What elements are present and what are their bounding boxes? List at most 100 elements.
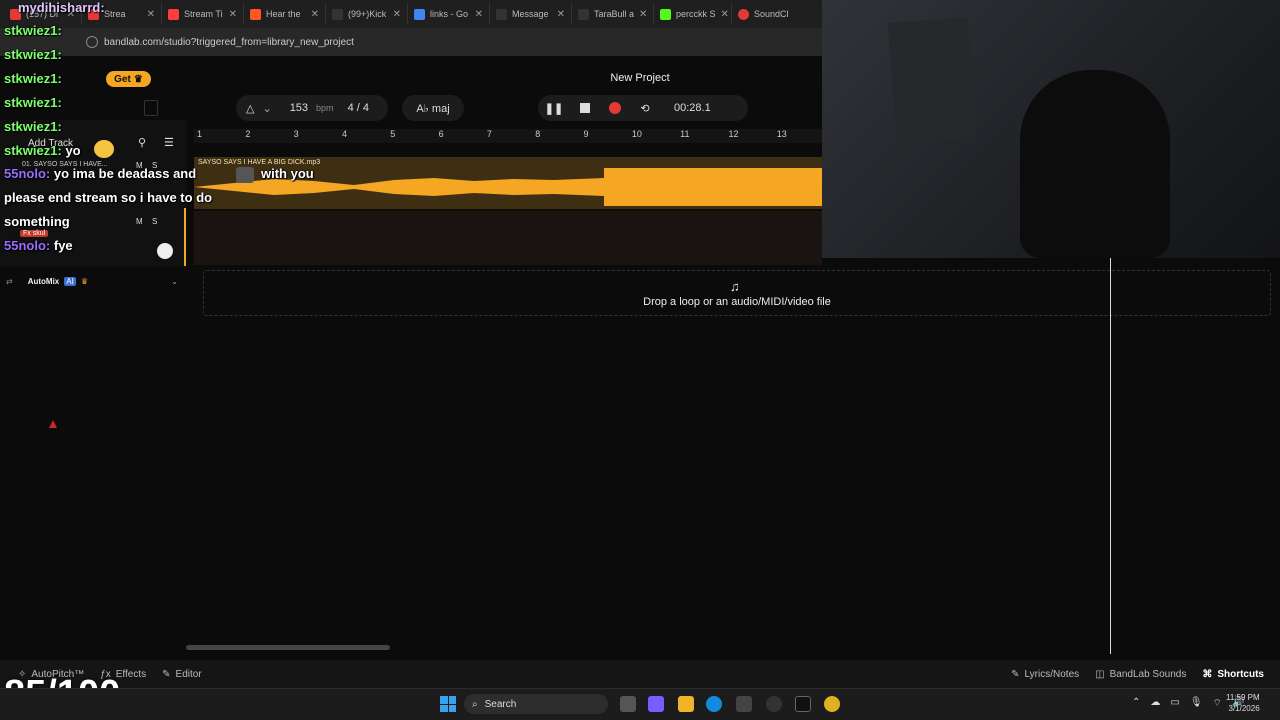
browser-tab[interactable]: (99+)Kick ✕ bbox=[326, 3, 408, 25]
chat-line: mydihisharrd: bbox=[18, 0, 105, 15]
editor-label: Editor bbox=[175, 668, 202, 680]
browser-tab[interactable]: links - Go ✕ bbox=[408, 3, 490, 25]
taskbar-search[interactable]: ⌕ Search bbox=[464, 694, 608, 714]
close-icon[interactable]: ✕ bbox=[229, 9, 237, 20]
close-icon[interactable]: ✕ bbox=[393, 9, 401, 20]
browser-tab[interactable]: TaraBull a ✕ bbox=[572, 3, 654, 25]
chat-line: stkwiez1: bbox=[4, 119, 62, 134]
browser-tab-bar: (157) Di ✕ Strea ✕ Stream Ti ✕ Hear the ✕ (9… bbox=[0, 0, 822, 28]
chevron-down-icon[interactable]: ⌄ bbox=[262, 102, 271, 115]
site-info-icon[interactable] bbox=[86, 36, 98, 48]
ruler-tick: 7 bbox=[486, 129, 492, 139]
windows-start-icon[interactable] bbox=[440, 696, 456, 712]
tab-label: SoundCl bbox=[754, 9, 789, 19]
tempo-value[interactable]: 153 bbox=[290, 102, 308, 114]
mouse-cursor bbox=[49, 420, 57, 428]
metronome-icon[interactable]: △ bbox=[246, 102, 254, 115]
clock-time: 11:59 PM bbox=[1226, 693, 1260, 702]
obs-icon[interactable] bbox=[766, 696, 782, 712]
wifi-icon[interactable]: ⌔ bbox=[1213, 697, 1222, 710]
loop-icon[interactable]: ⟲ bbox=[630, 102, 660, 115]
filter-icon[interactable]: ☰ bbox=[164, 136, 174, 149]
key-button[interactable]: A♭ maj bbox=[402, 95, 464, 121]
automix-row[interactable]: ⇄ AutoMix AI ♛ ⌄ bbox=[0, 272, 186, 290]
ruler-tick: 13 bbox=[776, 129, 787, 139]
search-icon: ⌕ bbox=[472, 698, 478, 710]
fx-badge[interactable]: Fx skul bbox=[20, 230, 49, 237]
timeline-ruler[interactable]: 1 2 3 4 5 6 7 8 9 10 11 12 13 bbox=[194, 129, 822, 143]
browser-tab[interactable]: Stream Ti ✕ bbox=[162, 3, 244, 25]
volume-knob[interactable] bbox=[157, 243, 173, 259]
address-bar[interactable]: bandlab.com/studio?triggered_from=librar… bbox=[0, 28, 822, 56]
app-icon[interactable] bbox=[795, 696, 811, 712]
lyrics-button[interactable]: ✎ Lyrics/Notes bbox=[1003, 669, 1087, 680]
command-icon: ⌘ bbox=[1202, 668, 1213, 680]
get-button[interactable]: Get ♛ bbox=[106, 71, 151, 87]
chat-username: 55nolo: bbox=[4, 166, 51, 181]
close-icon[interactable]: ✕ bbox=[721, 9, 729, 20]
close-icon[interactable]: ✕ bbox=[311, 9, 319, 20]
mic-icon[interactable]: 🎙 bbox=[1190, 697, 1203, 710]
copilot-icon[interactable] bbox=[648, 696, 664, 712]
clock-date: 3/1/2026 bbox=[1228, 704, 1260, 713]
shortcuts-button[interactable]: ⌘ Shortcuts bbox=[1194, 669, 1272, 680]
chat-message: something bbox=[4, 214, 70, 229]
store-icon[interactable] bbox=[736, 696, 752, 712]
crown-icon: ♛ bbox=[133, 73, 143, 85]
ruler-tick: 5 bbox=[390, 129, 396, 139]
record-icon[interactable] bbox=[600, 102, 630, 114]
solo-button[interactable]: S bbox=[152, 217, 157, 226]
streamer-silhouette bbox=[1020, 70, 1170, 258]
bandlab-sounds-button[interactable]: ◫ BandLab Sounds bbox=[1087, 669, 1194, 680]
chat-line: something bbox=[4, 214, 70, 229]
tab-favicon-icon bbox=[168, 8, 179, 20]
browser-tab[interactable]: Hear the ✕ bbox=[244, 3, 326, 25]
wand-icon[interactable]: ⚲ bbox=[138, 136, 146, 149]
audio-clip[interactable]: SAYSO SAYS I HAVE A BIG DICK.mp3 bbox=[194, 157, 822, 209]
ruler-tick: 9 bbox=[583, 129, 589, 139]
chevron-down-icon[interactable]: ⌄ bbox=[171, 277, 178, 286]
chat-message: yo ima be deadass and bbox=[53, 166, 197, 181]
close-icon[interactable]: ✕ bbox=[639, 9, 647, 20]
ruler-tick: 3 bbox=[293, 129, 299, 139]
keyboard-icon[interactable] bbox=[144, 100, 158, 116]
editor-button[interactable]: ✎ Editor bbox=[154, 669, 210, 680]
chevron-up-icon[interactable]: ⌃ bbox=[1132, 697, 1140, 710]
chrome-icon[interactable] bbox=[824, 696, 840, 712]
close-icon[interactable]: ✕ bbox=[147, 9, 155, 20]
close-icon[interactable]: ✕ bbox=[557, 9, 565, 20]
edge-icon[interactable] bbox=[706, 696, 722, 712]
tiktok-icon bbox=[496, 8, 507, 20]
chat-username: stkwiez1: bbox=[4, 95, 62, 110]
tiktok-icon bbox=[332, 8, 343, 20]
ruler-tick: 6 bbox=[438, 129, 444, 139]
task-view-icon[interactable] bbox=[620, 696, 636, 712]
sounds-label: BandLab Sounds bbox=[1109, 668, 1187, 680]
chat-line: please end stream so i have to do bbox=[4, 190, 212, 205]
chat-message: with you bbox=[261, 166, 314, 181]
project-title[interactable]: New Project bbox=[560, 72, 720, 84]
stop-icon[interactable] bbox=[570, 103, 600, 113]
browser-tab[interactable]: SoundCl bbox=[732, 3, 808, 25]
crown-icon: ♛ bbox=[80, 276, 88, 286]
sounds-icon: ◫ bbox=[1095, 668, 1105, 680]
empty-track-lane[interactable] bbox=[194, 211, 822, 265]
time-display: 00:28.1 bbox=[674, 102, 711, 114]
browser-tab[interactable]: percckk S ✕ bbox=[654, 3, 732, 25]
tab-label: links - Go bbox=[430, 9, 469, 19]
file-explorer-icon[interactable] bbox=[678, 696, 694, 712]
time-signature[interactable]: 4 / 4 bbox=[348, 102, 369, 114]
mute-button[interactable]: M bbox=[136, 217, 143, 226]
onedrive-icon[interactable]: ☁ bbox=[1150, 697, 1160, 710]
playhead[interactable] bbox=[1110, 258, 1111, 654]
chat-message: yo bbox=[65, 143, 81, 158]
display-icon[interactable]: ▭ bbox=[1170, 697, 1179, 710]
ruler-tick: 1 bbox=[197, 129, 203, 139]
taskbar-clock[interactable]: 11:59 PM 3/1/2026 bbox=[1226, 692, 1260, 714]
ai-badge: AI bbox=[64, 276, 76, 286]
browser-tab[interactable]: Message ✕ bbox=[490, 3, 572, 25]
track-selected-indicator bbox=[184, 208, 186, 266]
close-icon[interactable]: ✕ bbox=[475, 9, 483, 20]
horizontal-scrollbar[interactable] bbox=[186, 645, 390, 650]
pause-icon[interactable]: ❚❚ bbox=[538, 102, 570, 115]
